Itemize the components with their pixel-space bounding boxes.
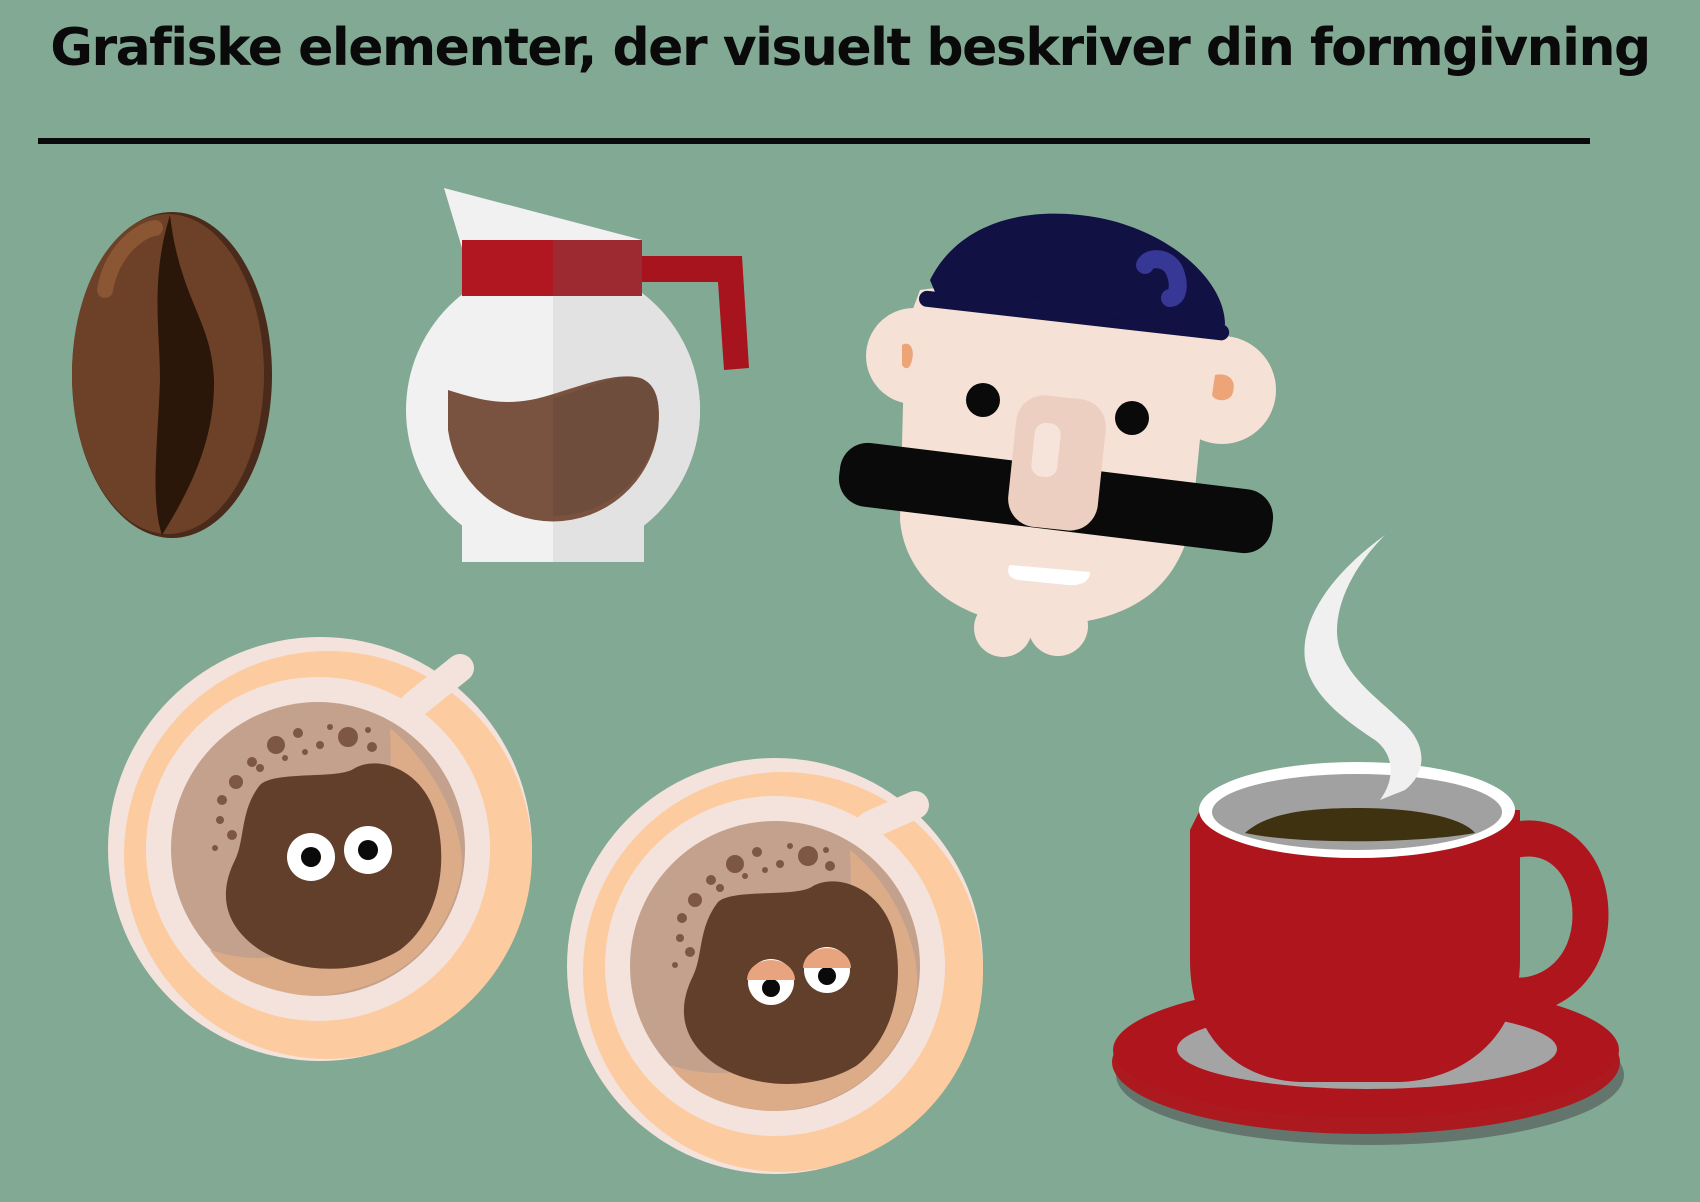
- coffee-bean-icon: [72, 212, 272, 538]
- coffee-cup-sleepy-eyes-icon: [567, 758, 983, 1174]
- coffee-cup-awake-eyes-icon: [108, 637, 532, 1061]
- mustache-man-icon: [838, 213, 1276, 657]
- coffee-pot-icon: [406, 188, 749, 562]
- illustration-canvas: [72, 188, 1624, 1174]
- steaming-red-cup-icon: [1112, 535, 1624, 1145]
